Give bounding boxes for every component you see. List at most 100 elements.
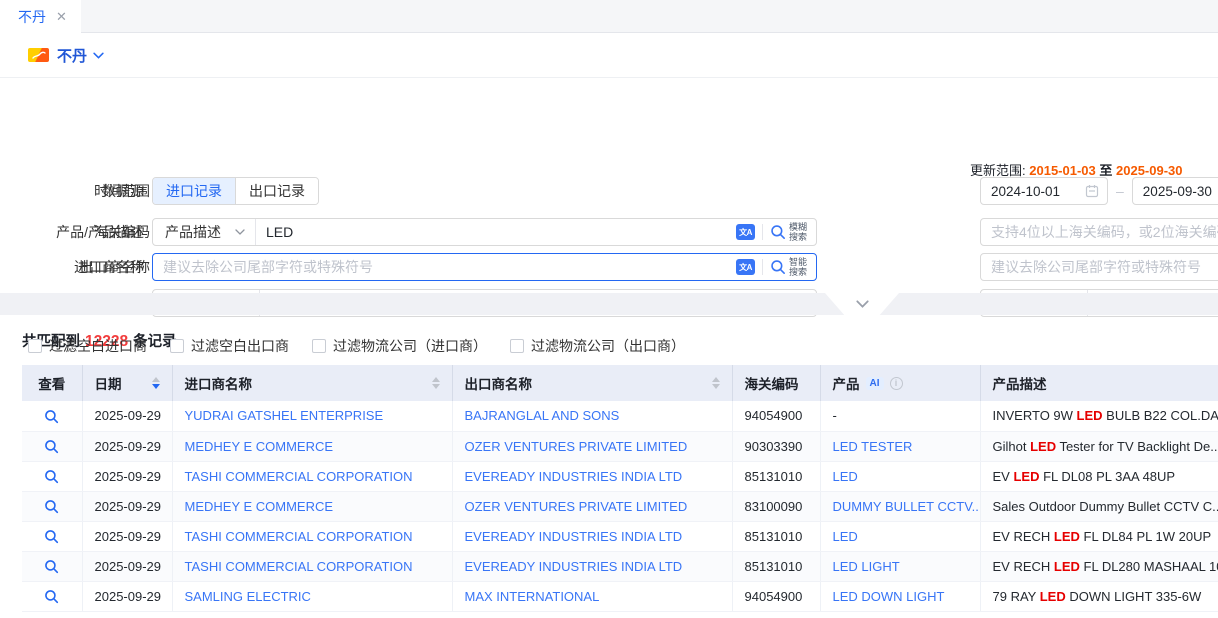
cell-hs-code: 85131010 (732, 521, 820, 551)
column-exporter-label: 出口商名称 (465, 373, 533, 393)
product-input[interactable] (256, 224, 736, 240)
highlight-term: LED (1013, 469, 1039, 484)
table-row: 2025-09-29MEDHEY E COMMERCEOZER VENTURES… (22, 491, 1218, 521)
cell-product: LED TESTER (820, 431, 980, 461)
filter-checkbox[interactable]: 过滤物流公司（出口商） (510, 336, 685, 356)
exporter-link[interactable]: OZER VENTURES PRIVATE LIMITED (465, 439, 688, 454)
importer-link[interactable]: YUDRAI GATSHEL ENTERPRISE (185, 408, 384, 423)
importer-link[interactable]: MEDHEY E COMMERCE (185, 499, 334, 514)
divider (762, 224, 763, 240)
time-range-picker: – (980, 177, 1218, 205)
date-end-value[interactable] (1133, 184, 1218, 199)
date-start-input[interactable] (980, 177, 1108, 205)
translate-icon[interactable]: 文A (736, 259, 755, 275)
view-record-button[interactable] (22, 521, 82, 551)
importer-actions: 文A 智能 搜索 (736, 257, 816, 277)
cell-description: INVERTO 9W LED BULB B22 COL.DA ... (980, 401, 1218, 431)
time-range-label: 时间范围 (0, 177, 150, 205)
date-end-input[interactable] (1132, 177, 1218, 205)
cell-description: EV RECH LED FL DL280 MASHAAL 10... (980, 551, 1218, 581)
calendar-icon[interactable] (1085, 184, 1099, 198)
table-row: 2025-09-29 TASHI COMMERCIAL CORPORATION EV… (22, 551, 1218, 581)
cell-date: 2025-09-29 (82, 521, 172, 551)
results-section: 共匹配到12228条记录 查看 日期 进口商名称 (0, 315, 1218, 612)
column-date[interactable]: 日期 (82, 365, 172, 401)
hs-code-input[interactable] (981, 224, 1218, 240)
exporter-link[interactable]: EVEREADY INDUSTRIES INDIA LTD (465, 469, 683, 484)
fuzzy-search-button[interactable]: 模糊 搜索 (770, 222, 807, 242)
cell-date: 2025-09-29 (82, 461, 172, 491)
column-importer[interactable]: 进口商名称 (172, 365, 452, 401)
checkbox-icon[interactable] (170, 339, 184, 353)
sort-icon-exporter[interactable] (712, 377, 720, 389)
smart-search-button[interactable]: 智能 搜索 (770, 257, 807, 277)
column-product: 产品 AI i (820, 365, 980, 401)
importer-input[interactable] (153, 259, 736, 275)
product-actions: 文A 模糊 搜索 (736, 222, 816, 242)
exporter-link[interactable]: MAX INTERNATIONAL (465, 589, 600, 604)
exporter-input[interactable] (981, 259, 1218, 275)
checkbox-label: 过滤空白出口商 (191, 336, 289, 356)
toggle-export-records[interactable]: 出口记录 (235, 178, 318, 204)
column-hs-code: 海关编码 (732, 365, 820, 401)
tab-label: 不丹 (18, 7, 46, 27)
filter-checkbox[interactable]: 过滤空白进口商 (28, 336, 147, 356)
tab-close-icon[interactable]: ✕ (56, 9, 67, 25)
tab-bhutan[interactable]: 不丹 ✕ (0, 0, 81, 33)
checkbox-icon[interactable] (510, 339, 524, 353)
country-chevron-down-icon[interactable] (93, 52, 104, 59)
highlight-term: LED (1040, 589, 1066, 604)
importer-link[interactable]: TASHI COMMERCIAL CORPORATION (185, 469, 413, 484)
fuzzy-search-line2: 搜索 (789, 232, 807, 242)
filter-checkbox[interactable]: 过滤物流公司（进口商） (312, 336, 487, 356)
view-record-button[interactable] (22, 491, 82, 521)
sort-icon-importer[interactable] (432, 377, 440, 389)
update-range-label: 更新范围: (970, 163, 1026, 178)
translate-icon[interactable]: 文A (736, 224, 755, 240)
bhutan-flag-icon (28, 48, 49, 62)
cell-description: EV RECH LED FL DL84 PL 1W 20UP (980, 521, 1218, 551)
collapse-toggle[interactable] (825, 293, 899, 315)
product-link[interactable]: LED TESTER (833, 439, 913, 454)
product-search-group: 产品描述 文A 模糊 搜索 (152, 218, 817, 246)
exporter-link[interactable]: EVEREADY INDUSTRIES INDIA LTD (465, 529, 683, 544)
cell-importer: TASHI COMMERCIAL CORPORATION (172, 521, 452, 551)
checkbox-label: 过滤物流公司（进口商） (333, 336, 487, 356)
checkbox-icon[interactable] (28, 339, 42, 353)
cell-date: 2025-09-29 (82, 551, 172, 581)
column-date-label: 日期 (95, 373, 122, 393)
importer-link[interactable]: TASHI COMMERCIAL CORPORATION (185, 529, 413, 544)
view-record-button[interactable] (22, 431, 82, 461)
cell-date: 2025-09-29 (82, 581, 172, 611)
toggle-import-records[interactable]: 进口记录 (153, 178, 235, 204)
view-record-button[interactable] (22, 581, 82, 611)
sort-icon-date[interactable] (152, 377, 160, 389)
cell-hs-code: 94054900 (732, 401, 820, 431)
exporter-link[interactable]: OZER VENTURES PRIVATE LIMITED (465, 499, 688, 514)
exporter-label: 出口商名称 (0, 253, 150, 281)
date-start-value[interactable] (981, 184, 1085, 199)
exporter-link[interactable]: EVEREADY INDUSTRIES INDIA LTD (465, 559, 683, 574)
product-type-select[interactable]: 产品描述 (153, 222, 255, 242)
importer-link[interactable]: TASHI COMMERCIAL CORPORATION (185, 559, 413, 574)
importer-link[interactable]: MEDHEY E COMMERCE (185, 439, 334, 454)
cell-date: 2025-09-29 (82, 401, 172, 431)
info-icon[interactable]: i (890, 377, 903, 390)
importer-link[interactable]: SAMLING ELECTRIC (185, 589, 311, 604)
product-link[interactable]: LED (833, 529, 858, 544)
tab-bar: 不丹 ✕ (0, 0, 1218, 33)
checkbox-icon[interactable] (312, 339, 326, 353)
view-record-button[interactable] (22, 461, 82, 491)
product-link[interactable]: LED DOWN LIGHT (833, 589, 945, 604)
highlight-term: LED (1030, 439, 1056, 454)
table-row: 2025-09-29 YUDRAI GATSHEL ENTERPRISE BAJRA… (22, 401, 1218, 431)
cell-importer: TASHI COMMERCIAL CORPORATION (172, 551, 452, 581)
product-link[interactable]: LED (833, 469, 858, 484)
product-link[interactable]: DUMMY BULLET CCTV... (833, 499, 981, 514)
exporter-link[interactable]: BAJRANGLAL AND SONS (465, 408, 620, 423)
product-link[interactable]: LED LIGHT (833, 559, 900, 574)
view-record-button[interactable] (22, 551, 82, 581)
filter-checkbox[interactable]: 过滤空白出口商 (170, 336, 289, 356)
column-exporter[interactable]: 出口商名称 (452, 365, 732, 401)
view-record-button[interactable] (22, 401, 82, 431)
